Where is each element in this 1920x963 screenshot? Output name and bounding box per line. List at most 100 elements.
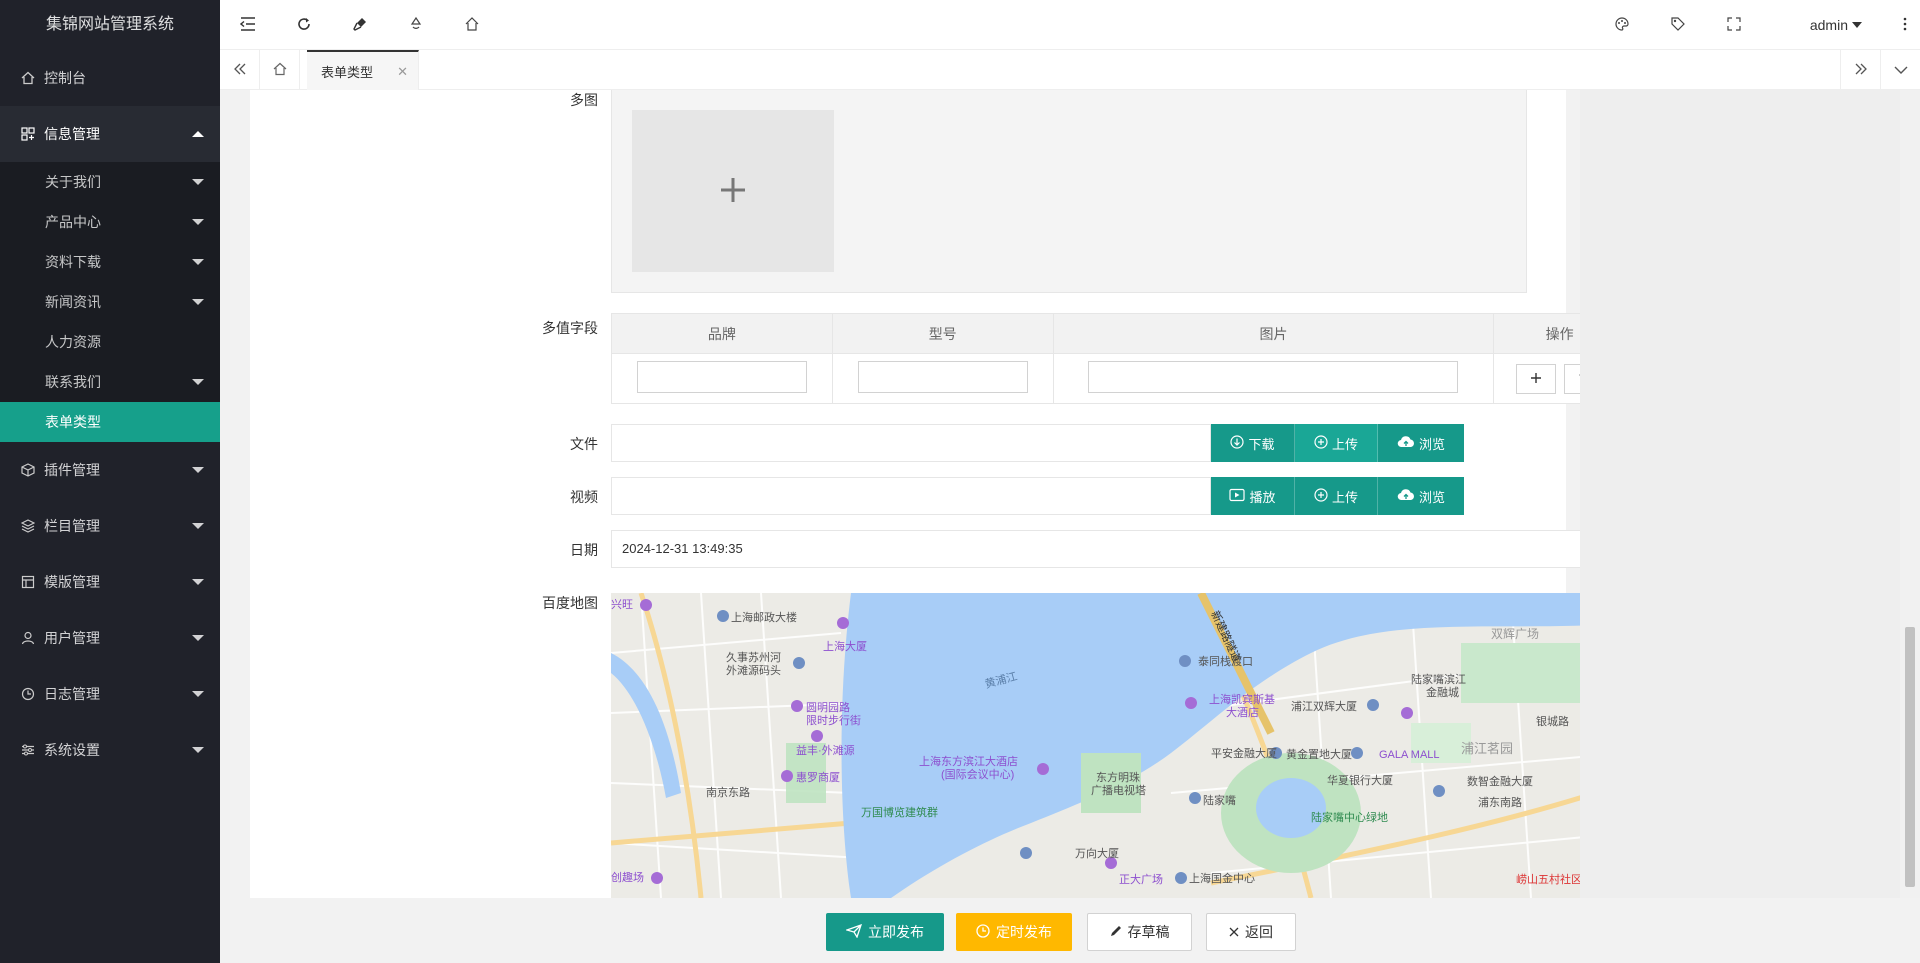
date-input[interactable]: 2024-12-31 13:49:35 — [611, 530, 1626, 568]
play-button[interactable]: 播放 — [1211, 477, 1295, 515]
sidebar-item-contact[interactable]: 联系我们 — [0, 362, 220, 402]
upload-button[interactable]: 上传 — [1295, 477, 1378, 515]
cycle-button[interactable] — [388, 0, 444, 50]
nav-user-management[interactable]: 用户管理 — [0, 610, 220, 666]
schedule-publish-button[interactable]: 定时发布 — [956, 913, 1072, 951]
home-icon — [20, 70, 36, 86]
map-label-text: 上海大厦 — [823, 639, 867, 653]
page-scrollbar[interactable] — [1900, 90, 1920, 963]
tab-form-types[interactable]: 表单类型 ✕ — [307, 50, 419, 90]
map-label-text: GALA MALL — [1379, 749, 1440, 761]
video-button-group: 播放 上传 浏览 — [1211, 477, 1464, 515]
clock-icon — [976, 923, 990, 941]
send-icon — [844, 923, 863, 941]
home-icon — [273, 62, 287, 79]
upload-button[interactable]: 上传 — [1295, 424, 1378, 462]
chevron-down-icon — [192, 635, 204, 641]
button-label: 存草稿 — [1127, 924, 1170, 940]
nav-log-management[interactable]: 日志管理 — [0, 666, 220, 722]
map-label: 百度地图 — [542, 595, 598, 611]
more-button[interactable] — [1890, 0, 1920, 50]
publish-now-button[interactable]: 立即发布 — [826, 913, 944, 951]
plus-circle-icon — [1314, 434, 1328, 452]
theme-button[interactable] — [1594, 0, 1650, 50]
sidebar-item-hr[interactable]: 人力资源 — [0, 322, 220, 362]
map-label-text: 上海国金中心 — [1189, 871, 1255, 885]
file-button-group: 下载 上传 浏览 — [1211, 424, 1464, 462]
nav-plugin-management[interactable]: 插件管理 — [0, 442, 220, 498]
back-button[interactable]: 返回 — [1206, 913, 1296, 951]
nav-console[interactable]: 控制台 — [0, 50, 220, 106]
brand-input[interactable] — [636, 361, 807, 393]
main-content: 多图 多值字段 品牌 型号 图片 操作 文件 下载 上传 浏览 视频 播放 上传… — [220, 90, 1900, 898]
form-footer: 立即发布 定时发布 存草稿 返回 — [220, 898, 1920, 963]
baidu-map[interactable]: 上海邮政大楼 上海大厦 久事苏州河 外滩源码头 黄浦江 圆明园路 限时步行街 益… — [611, 593, 1626, 898]
toggle-sidebar-button[interactable] — [220, 0, 276, 50]
tabs-scroll-right-button[interactable] — [1840, 50, 1880, 90]
map-label-text: 数智金融大厦 — [1467, 774, 1533, 788]
table-row — [611, 353, 1626, 404]
nav-label: 系统设置 — [44, 742, 100, 758]
map-label-text: 广播电视塔 — [1091, 783, 1146, 797]
brand-cell — [611, 353, 833, 404]
chevron-down-icon — [192, 179, 204, 185]
model-input[interactable] — [857, 361, 1028, 393]
tag-button[interactable] — [1650, 0, 1706, 50]
column-header: 图片 — [1052, 313, 1495, 354]
home-button[interactable] — [444, 0, 500, 50]
map-label-text: 崂山五村社区 — [1516, 872, 1582, 886]
sidebar-item-form-types[interactable]: 表单类型 — [0, 402, 220, 442]
map-label-text: 上海邮政大楼 — [731, 610, 797, 624]
map-label-text: 万向大厦 — [1075, 846, 1119, 860]
subnav-info: 关于我们 产品中心 资料下载 新闻资讯 人力资源 联系我们 表单类型 — [0, 162, 220, 442]
map-label-text: 陆家嘴 — [1203, 793, 1236, 807]
tabs-menu-button[interactable] — [1880, 50, 1920, 90]
browse-button[interactable]: 浏览 — [1378, 424, 1464, 462]
map-label-text: 上海东方滨江大酒店 — [919, 754, 1018, 768]
add-row-button[interactable] — [1515, 363, 1556, 394]
refresh-icon — [296, 16, 312, 35]
nav-column-management[interactable]: 栏目管理 — [0, 498, 220, 554]
browse-button[interactable]: 浏览 — [1378, 477, 1464, 515]
settings-icon — [20, 742, 36, 758]
close-icon[interactable]: ✕ — [397, 64, 408, 80]
button-label: 立即发布 — [868, 924, 924, 940]
tabs-scroll-left-button[interactable] — [220, 50, 260, 90]
sidebar-item-news[interactable]: 新闻资讯 — [0, 282, 220, 322]
model-cell — [831, 353, 1054, 404]
video-label: 视频 — [570, 489, 598, 505]
chevron-down-icon — [192, 691, 204, 697]
nav-template-management[interactable]: 模版管理 — [0, 554, 220, 610]
sidebar-item-products[interactable]: 产品中心 — [0, 202, 220, 242]
nav-label: 插件管理 — [44, 462, 100, 478]
upload-image-slot[interactable] — [632, 110, 834, 272]
video-input[interactable] — [611, 477, 1211, 515]
sidebar-item-about[interactable]: 关于我们 — [0, 162, 220, 202]
map-label-text: 外滩源码头 — [726, 663, 781, 677]
sub-label: 人力资源 — [45, 334, 101, 350]
map-label-text: 浦江茗园 — [1461, 741, 1513, 756]
sidebar-item-downloads[interactable]: 资料下载 — [0, 242, 220, 282]
app-title: 集锦网站管理系统 — [45, 16, 174, 33]
user-menu[interactable]: admin — [1810, 0, 1862, 50]
tab-home[interactable] — [260, 50, 300, 90]
button-label: 浏览 — [1418, 436, 1445, 452]
fullscreen-button[interactable] — [1706, 0, 1762, 50]
image-input[interactable] — [1088, 361, 1459, 393]
sub-label: 关于我们 — [45, 174, 101, 190]
nav-info-management[interactable]: 信息管理 — [0, 106, 220, 162]
clear-cache-button[interactable] — [332, 0, 388, 50]
map-canvas: 上海邮政大楼 上海大厦 久事苏州河 外滩源码头 黄浦江 圆明园路 限时步行街 益… — [611, 593, 1626, 898]
scrollbar-thumb[interactable] — [1905, 627, 1915, 887]
nav-label: 信息管理 — [44, 126, 100, 142]
sub-label: 新闻资讯 — [45, 294, 101, 310]
nav-label: 用户管理 — [44, 630, 100, 646]
download-button[interactable]: 下载 — [1211, 424, 1295, 462]
map-label-text: 浦东南路 — [1478, 796, 1522, 809]
nav-label: 模版管理 — [44, 574, 100, 590]
file-input[interactable] — [611, 424, 1211, 462]
save-draft-button[interactable]: 存草稿 — [1087, 913, 1192, 951]
nav-system-settings[interactable]: 系统设置 — [0, 722, 220, 778]
refresh-button[interactable] — [276, 0, 332, 50]
chevron-down-icon — [192, 747, 204, 753]
